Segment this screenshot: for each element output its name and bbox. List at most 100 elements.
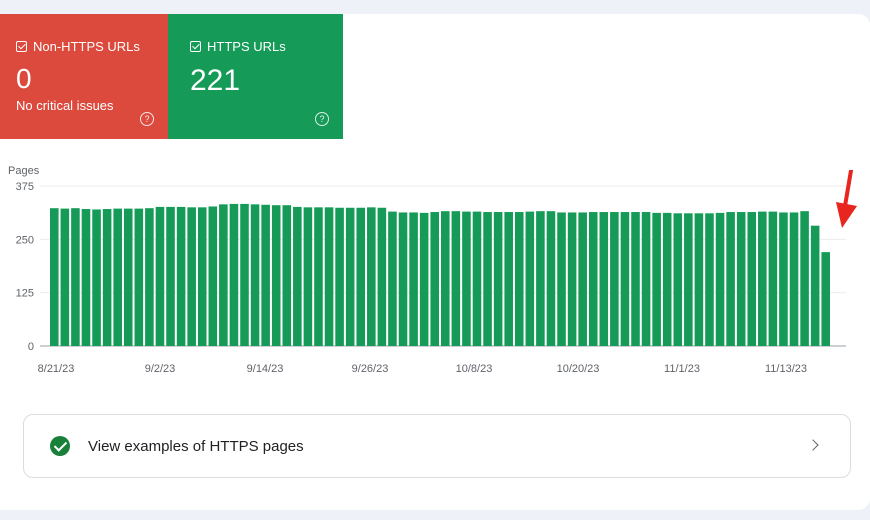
bar	[282, 205, 292, 346]
bar	[821, 252, 830, 346]
bar	[789, 212, 799, 346]
bar	[314, 207, 323, 346]
bar	[229, 203, 239, 346]
bar	[166, 206, 175, 346]
bar	[123, 208, 133, 346]
bar	[652, 212, 661, 346]
bar	[599, 212, 609, 346]
bar	[641, 212, 651, 346]
view-examples-label: View examples of HTTPS pages	[88, 437, 304, 455]
non-https-label: Non-HTTPS URLs	[33, 38, 140, 54]
bar	[631, 212, 640, 346]
checkbox-checked-icon[interactable]	[16, 40, 27, 52]
annotation-arrow-head	[836, 202, 857, 228]
bar	[81, 209, 91, 346]
bar	[377, 207, 387, 346]
bar	[472, 211, 482, 346]
bar	[187, 207, 196, 346]
https-label: HTTPS URLs	[207, 38, 286, 54]
bar	[250, 204, 260, 346]
view-examples-button[interactable]: View examples of HTTPS pages	[23, 414, 851, 478]
bar	[588, 212, 598, 346]
bar	[673, 213, 683, 346]
bar	[514, 212, 524, 346]
bar	[504, 212, 513, 346]
y-tick-label: 375	[16, 181, 34, 193]
check-circle-icon	[50, 436, 70, 456]
bar	[208, 206, 218, 346]
bar	[684, 213, 693, 346]
bar	[145, 208, 154, 346]
non-https-count: 0	[16, 63, 32, 94]
y-tick-label: 0	[28, 341, 34, 353]
y-tick-label: 250	[16, 234, 34, 246]
x-tick-label: 11/1/23	[664, 363, 700, 375]
bar	[240, 203, 249, 346]
bar	[155, 206, 165, 346]
bar	[610, 212, 619, 346]
annotation-arrow-shaft	[843, 170, 854, 208]
x-tick-label: 11/13/23	[765, 363, 807, 375]
bar	[810, 225, 820, 346]
bar	[356, 207, 366, 346]
non-https-tile[interactable]: Non-HTTPS URLs 0 No critical issues ?	[0, 14, 168, 139]
bar	[345, 207, 355, 346]
bar	[324, 207, 334, 346]
bar	[736, 212, 746, 346]
bar	[409, 212, 418, 346]
bar	[800, 211, 809, 346]
bar	[525, 211, 535, 346]
checkbox-checked-icon[interactable]	[190, 40, 201, 52]
bar	[261, 204, 270, 346]
https-tile[interactable]: HTTPS URLs 221 ?	[168, 14, 343, 139]
question-circle-icon[interactable]: ?	[315, 112, 329, 126]
bar	[557, 212, 566, 346]
bar	[134, 208, 144, 346]
bar	[303, 207, 313, 346]
x-tick-label: 9/14/23	[247, 363, 284, 375]
bar	[102, 209, 112, 346]
bar	[493, 212, 503, 346]
bar	[567, 212, 577, 346]
bar	[293, 206, 302, 346]
bar	[620, 212, 630, 346]
bar	[271, 205, 281, 346]
bar	[747, 212, 757, 346]
bar	[726, 212, 735, 346]
x-tick-label: 9/26/23	[352, 363, 389, 375]
bar	[546, 211, 556, 346]
bar	[715, 212, 725, 346]
y-tick-label: 125	[16, 288, 34, 300]
bar	[60, 208, 70, 346]
bar	[113, 208, 122, 346]
bar	[219, 204, 228, 346]
bar	[71, 208, 80, 346]
bar	[536, 211, 545, 346]
bar	[451, 211, 461, 346]
bar	[662, 212, 672, 346]
bar	[758, 211, 767, 346]
https-tile-header: HTTPS URLs	[190, 38, 343, 54]
question-circle-icon[interactable]: ?	[140, 112, 154, 126]
x-tick-label: 10/20/23	[557, 363, 600, 375]
x-tick-label: 9/2/23	[145, 363, 176, 375]
x-tick-label: 8/21/23	[38, 363, 75, 375]
bar	[176, 206, 186, 346]
https-count: 221	[190, 64, 241, 97]
bar	[335, 207, 344, 346]
non-https-tile-header: Non-HTTPS URLs	[16, 38, 168, 54]
bar	[367, 207, 376, 346]
non-https-status: No critical issues	[16, 98, 114, 113]
bar	[419, 212, 429, 346]
bar	[768, 211, 778, 346]
bar	[462, 211, 471, 346]
bar	[705, 213, 714, 346]
x-tick-label: 10/8/23	[456, 363, 493, 375]
bar	[92, 209, 101, 346]
bar	[441, 211, 450, 346]
bar	[694, 213, 704, 346]
bar	[578, 212, 587, 346]
bar	[430, 212, 439, 346]
pages-bar-chart: 0 125 250 375 8/21/23 9/2/23 9/14/23 9/26/23 10/…	[16, 170, 857, 375]
bar	[197, 207, 207, 346]
